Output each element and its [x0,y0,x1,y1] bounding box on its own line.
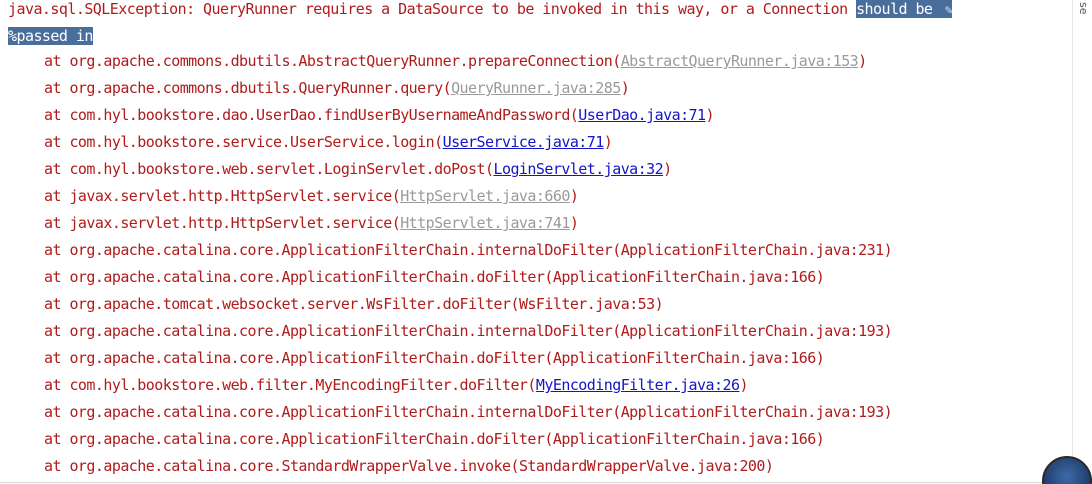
source-link[interactable]: MyEncodingFilter.java:26 [536,376,740,394]
frame-close-paren: ) [663,160,672,178]
selected-text-continued: %passed in [8,27,93,45]
frame-method: at com.hyl.bookstore.service.UserService… [44,133,443,151]
source-link[interactable]: UserDao.java:71 [578,106,706,124]
console-output[interactable]: java.sql.SQLException: QueryRunner requi… [0,0,1072,484]
frame-method: at javax.servlet.http.HttpServlet.servic… [44,214,401,232]
stack-frame: at com.hyl.bookstore.dao.UserDao.findUse… [44,102,715,129]
frame-method: at org.apache.commons.dbutils.AbstractQu… [44,52,621,70]
stack-frame: at javax.servlet.http.HttpServlet.servic… [44,210,579,237]
stack-frame: at com.hyl.bookstore.service.UserService… [44,129,613,156]
source-link-library[interactable]: QueryRunner.java:285 [451,79,621,97]
frame-close-paren: ) [705,106,715,124]
stack-frame: at org.apache.commons.dbutils.QueryRunne… [44,75,630,102]
stack-frame: at org.apache.catalina.core.ApplicationF… [44,318,893,345]
frame-method: at org.apache.catalina.core.ApplicationF… [44,241,621,259]
frame-method: at com.hyl.bookstore.web.filter.MyEncodi… [44,376,536,394]
stack-frame: at com.hyl.bookstore.web.servlet.LoginSe… [44,156,672,183]
stack-frame: at org.apache.catalina.core.ApplicationF… [44,345,825,372]
source-location: ApplicationFilterChain.java:193 [620,322,884,340]
stack-frame: at org.apache.commons.dbutils.AbstractQu… [44,48,867,75]
pencil-icon[interactable]: ✎ [945,0,953,24]
source-link-library[interactable]: HttpServlet.java:741 [400,214,570,232]
stack-frame: at javax.servlet.http.HttpServlet.servic… [44,183,579,210]
source-location: WsFilter.java:53 [518,295,655,313]
side-label: se [1077,2,1090,15]
frame-method: at org.apache.tomcat.websocket.server.Ws… [44,295,519,313]
frame-close-paren: ) [603,133,613,151]
frame-method: at org.apache.catalina.core.ApplicationF… [44,268,553,286]
frame-method: at org.apache.catalina.core.StandardWrap… [44,457,519,475]
exception-text: java.sql.SQLException: QueryRunner requi… [8,0,857,18]
source-link-library[interactable]: HttpServlet.java:660 [400,187,570,205]
exception-message: java.sql.SQLException: QueryRunner requi… [8,0,953,23]
frame-method: at com.hyl.bookstore.web.servlet.LoginSe… [44,160,494,178]
stack-frame: at org.apache.catalina.core.StandardWrap… [44,453,774,480]
frame-close-paren: ) [739,376,748,394]
frame-close-paren: ) [883,322,893,340]
vertical-scrollbar[interactable]: se [1072,0,1092,484]
exception-message-continued: %passed in [8,23,93,50]
frame-close-paren: ) [815,349,825,367]
frame-method: at org.apache.catalina.core.ApplicationF… [44,403,621,421]
frame-method: at org.apache.catalina.core.ApplicationF… [44,322,621,340]
frame-close-paren: ) [815,430,825,448]
source-location: StandardWrapperValve.java:200 [518,457,766,475]
divider [0,482,1050,483]
frame-close-paren: ) [654,295,664,313]
stack-frame: at org.apache.catalina.core.ApplicationF… [44,264,825,291]
frame-method: at org.apache.catalina.core.ApplicationF… [44,430,553,448]
frame-method: at com.hyl.bookstore.dao.UserDao.findUse… [44,106,579,124]
source-location: ApplicationFilterChain.java:193 [620,403,884,421]
frame-close-paren: ) [858,52,867,70]
frame-method: at javax.servlet.http.HttpServlet.servic… [44,187,401,205]
source-location: ApplicationFilterChain.java:231 [620,241,884,259]
frame-method: at org.apache.commons.dbutils.QueryRunne… [44,79,452,97]
frame-close-paren: ) [883,403,893,421]
frame-close-paren: ) [569,187,579,205]
frame-close-paren: ) [764,457,774,475]
stack-frame: at com.hyl.bookstore.web.filter.MyEncodi… [44,372,749,399]
frame-close-paren: ) [883,241,893,259]
source-link-library[interactable]: AbstractQueryRunner.java:153 [621,52,859,70]
stack-frame: at org.apache.catalina.core.ApplicationF… [44,237,893,264]
source-link[interactable]: LoginServlet.java:32 [493,160,663,178]
frame-close-paren: ) [815,268,825,286]
source-location: ApplicationFilterChain.java:166 [552,430,816,448]
frame-close-paren: ) [620,79,630,97]
frame-close-paren: ) [569,214,579,232]
source-location: ApplicationFilterChain.java:166 [552,349,816,367]
stack-frame: at org.apache.catalina.core.ApplicationF… [44,426,825,453]
frame-method: at org.apache.catalina.core.ApplicationF… [44,349,553,367]
source-location: ApplicationFilterChain.java:166 [552,268,816,286]
stack-frame: at org.apache.catalina.core.ApplicationF… [44,399,893,426]
source-link[interactable]: UserService.java:71 [443,133,605,151]
stack-frame: at org.apache.tomcat.websocket.server.Ws… [44,291,664,318]
selected-text: should be ✎ [856,0,953,18]
